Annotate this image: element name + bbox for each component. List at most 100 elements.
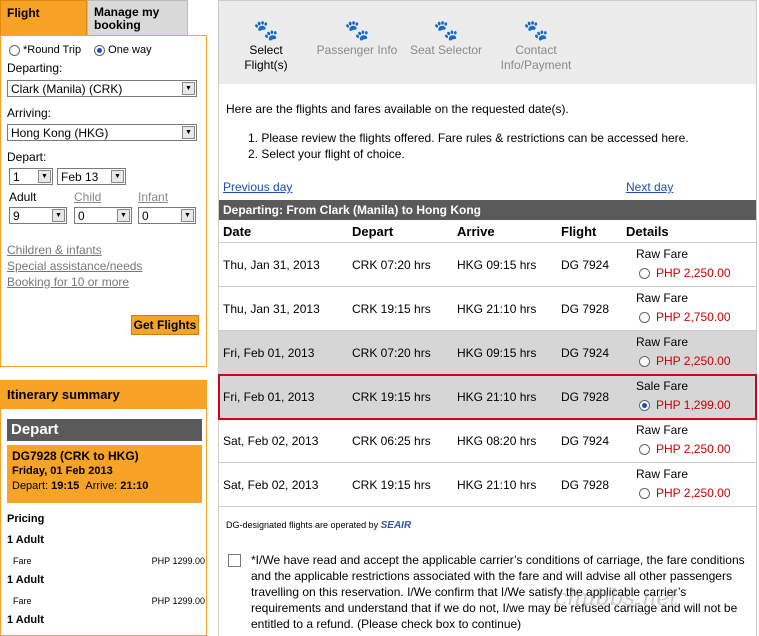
fare-price: PHP 1,299.00 (656, 398, 731, 412)
itinerary-depart-label: Depart: (12, 480, 49, 492)
step-passenger-info[interactable]: 🐾 Passenger Info (315, 19, 399, 58)
table-row[interactable]: Fri, Feb 01, 2013 CRK 07:20 hrs HKG 09:1… (219, 331, 756, 375)
depart-day-select[interactable]: 1 ▼ (9, 168, 53, 185)
flight-number: DG 7928 (561, 302, 610, 316)
table-row[interactable]: Sat, Feb 02, 2013 CRK 19:15 hrs HKG 21:1… (219, 463, 756, 507)
tab-flight[interactable]: Flight (0, 0, 87, 36)
fare-price: PHP 2,750.00 (656, 310, 731, 324)
intro-item-2: 2. Select your flight of choice. (248, 147, 405, 161)
fare-label: Fare (13, 556, 32, 566)
flight-date: Thu, Jan 31, 2013 (223, 302, 320, 316)
tab-manage-booking[interactable]: Manage my booking (87, 0, 188, 36)
flight-number: DG 7928 (561, 478, 610, 492)
flight-search-form: *Round Trip One way Departing: Clark (Ma… (0, 35, 207, 367)
table-row[interactable]: Thu, Jan 31, 2013 CRK 19:15 hrs HKG 21:1… (219, 287, 756, 331)
flight-depart: CRK 19:15 hrs (352, 390, 431, 404)
fare-price: PHP 2,250.00 (656, 486, 731, 500)
terms-checkbox[interactable] (228, 554, 241, 567)
table-row[interactable]: Thu, Jan 31, 2013 CRK 07:20 hrs HKG 09:1… (219, 243, 756, 287)
chevron-down-icon: ▼ (117, 209, 130, 222)
col-details: Details (626, 224, 669, 239)
flight-depart: CRK 19:15 hrs (352, 478, 431, 492)
child-label: Child (74, 190, 102, 204)
flight-arrive: HKG 21:10 hrs (457, 390, 537, 404)
children-infants-link[interactable]: Children & infants (7, 243, 102, 257)
infant-select[interactable]: 0 ▼ (138, 207, 196, 224)
one-way-label: One way (108, 44, 152, 57)
previous-day-link[interactable]: Previous day (223, 180, 292, 194)
fare-type: Raw Fare (636, 467, 689, 481)
table-row-selected[interactable]: Fri, Feb 01, 2013 CRK 19:15 hrs HKG 21:1… (218, 374, 757, 420)
round-trip-label: *Round Trip (23, 44, 82, 57)
departing-value: Clark (Manila) (CRK) (11, 82, 123, 96)
fare-type: Raw Fare (636, 423, 689, 437)
arriving-select[interactable]: Hong Kong (HKG) ▼ (7, 124, 197, 141)
chevron-down-icon: ▼ (182, 82, 195, 95)
step-contact-payment[interactable]: 🐾 Contact Info/Payment (495, 19, 577, 73)
col-date: Date (223, 224, 252, 239)
flight-number: DG 7924 (561, 258, 610, 272)
fare-radio[interactable] (639, 356, 650, 368)
fare-radio[interactable] (639, 488, 650, 500)
flight-date: Fri, Feb 01, 2013 (223, 390, 315, 404)
flight-date: Thu, Jan 31, 2013 (223, 258, 320, 272)
fare-radio[interactable] (639, 268, 650, 280)
flight-date: Sat, Feb 02, 2013 (223, 478, 319, 492)
pricing-adult-3: 1 Adult (7, 614, 44, 626)
intro-item-1: 1. Please review the flights offered. Fa… (248, 131, 689, 145)
flight-depart: CRK 07:20 hrs (352, 346, 431, 360)
fare-radio[interactable] (639, 400, 650, 412)
fare-price: PHP 2,250.00 (656, 266, 731, 280)
fare-type: Sale Fare (636, 379, 689, 393)
arriving-value: Hong Kong (HKG) (11, 126, 109, 140)
trip-type: *Round Trip One way (9, 44, 162, 56)
seair-logo: SEAIR (380, 520, 412, 531)
fare-amount: PHP 1299.00 (151, 556, 205, 566)
fare-label: Fare (13, 596, 32, 606)
fare-type: Raw Fare (636, 291, 689, 305)
fare-radio[interactable] (639, 312, 650, 324)
round-trip-radio[interactable] (9, 44, 20, 56)
child-select[interactable]: 0 ▼ (74, 207, 132, 224)
arriving-label: Arriving: (7, 106, 52, 120)
departing-bar: Departing: From Clark (Manila) to Hong K… (219, 200, 756, 220)
step-label: Passenger Info (316, 43, 398, 57)
special-assistance-link[interactable]: Special assistance/needs (7, 259, 142, 273)
departing-select[interactable]: Clark (Manila) (CRK) ▼ (7, 80, 197, 97)
pricing-heading: Pricing (7, 513, 45, 525)
flight-number: DG 7924 (561, 434, 610, 448)
booking-10-link[interactable]: Booking for 10 or more (7, 275, 129, 289)
fare-radio[interactable] (639, 444, 650, 456)
depart-month-select[interactable]: Feb 13 ▼ (57, 168, 126, 185)
paw-icon: 🐾 (433, 20, 459, 42)
adult-select[interactable]: 9 ▼ (9, 207, 67, 224)
flight-depart: CRK 07:20 hrs (352, 258, 431, 272)
flight-arrive: HKG 08:20 hrs (457, 434, 537, 448)
next-day-link[interactable]: Next day (626, 180, 673, 194)
pricing-adult-1: 1 Adult (7, 534, 44, 546)
fare-price: PHP 2,250.00 (656, 442, 731, 456)
paw-icon: 🐾 (523, 20, 549, 42)
paw-icon: 🐾 (253, 20, 279, 42)
operated-by-text: DG-designated flights are operated by (226, 520, 379, 530)
paw-icon: 🐾 (344, 20, 370, 42)
depart-month-value: Feb 13 (61, 170, 99, 184)
pricing-adult-2: 1 Adult (7, 574, 44, 586)
flight-arrive: HKG 21:10 hrs (457, 478, 537, 492)
step-select-flights[interactable]: 🐾 Select Flight(s) (227, 19, 305, 73)
chevron-down-icon: ▼ (52, 209, 65, 222)
infant-label: Infant (138, 190, 169, 204)
operated-by-note: DG-designated flights are operated by SE… (226, 520, 411, 531)
child-value: 0 (78, 209, 85, 223)
table-row[interactable]: Sat, Feb 02, 2013 CRK 06:25 hrs HKG 08:2… (219, 419, 756, 463)
one-way-radio[interactable] (94, 44, 106, 56)
flight-date: Fri, Feb 01, 2013 (223, 346, 315, 360)
intro-text: Here are the flights and fares available… (226, 102, 569, 116)
fare-row-2: Fare PHP 1299.00 (13, 596, 205, 606)
flight-depart: CRK 06:25 hrs (352, 434, 431, 448)
get-flights-button[interactable]: Get Flights (131, 315, 199, 335)
col-depart: Depart (352, 224, 394, 239)
itinerary-flight: DG7928 (CRK to HKG) (12, 449, 139, 463)
step-seat-selector[interactable]: 🐾 Seat Selector (405, 19, 487, 58)
depart-date-label: Depart: (7, 150, 47, 164)
